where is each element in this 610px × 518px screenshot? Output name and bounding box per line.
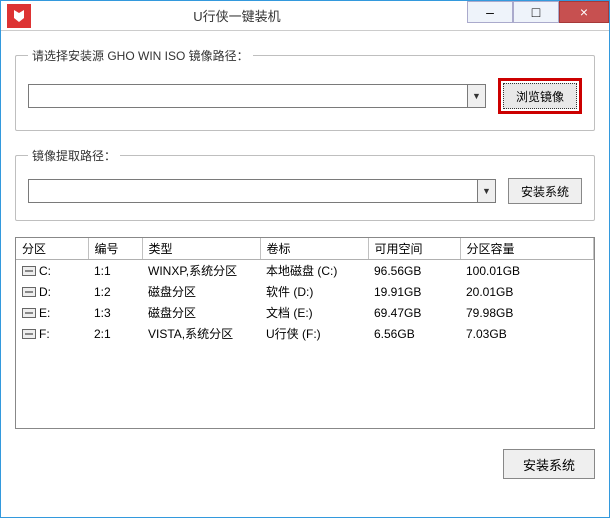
drive-icon [22, 287, 36, 297]
browse-button[interactable]: 浏览镜像 [503, 83, 577, 109]
header-total[interactable]: 分区容量 [460, 238, 594, 260]
cell-label: U行侠 (F:) [260, 323, 368, 344]
cell-number: 1:3 [88, 302, 142, 323]
close-button[interactable]: × [559, 1, 609, 23]
extract-legend: 镜像提取路径： [28, 147, 120, 164]
cell-type: VISTA,系统分区 [142, 323, 260, 344]
header-number[interactable]: 编号 [88, 238, 142, 260]
cell-total: 7.03GB [460, 323, 594, 344]
cell-partition: E: [16, 302, 88, 323]
install-button-top[interactable]: 安装系统 [508, 178, 582, 204]
cell-total: 20.01GB [460, 281, 594, 302]
cell-partition: C: [16, 260, 88, 282]
cell-total: 100.01GB [460, 260, 594, 282]
partition-table: 分区 编号 类型 卷标 可用空间 分区容量 C:1:1WINXP,系统分区本地磁… [15, 237, 595, 429]
install-button-bottom[interactable]: 安装系统 [503, 449, 595, 479]
titlebar: U行侠一键装机 – □ × [1, 1, 609, 31]
drive-icon [22, 266, 36, 276]
chevron-down-icon[interactable]: ▼ [477, 180, 495, 202]
cell-partition: D: [16, 281, 88, 302]
cell-free: 69.47GB [368, 302, 460, 323]
browse-button-highlight: 浏览镜像 [498, 78, 582, 114]
table-row[interactable]: D:1:2磁盘分区软件 (D:)19.91GB20.01GB [16, 281, 594, 302]
cell-free: 96.56GB [368, 260, 460, 282]
cell-partition: F: [16, 323, 88, 344]
header-type[interactable]: 类型 [142, 238, 260, 260]
source-fieldset: 请选择安装源 GHO WIN ISO 镜像路径： ▼ 浏览镜像 [15, 47, 595, 131]
extract-fieldset: 镜像提取路径： ▼ 安装系统 [15, 147, 595, 221]
cell-type: 磁盘分区 [142, 302, 260, 323]
cell-free: 19.91GB [368, 281, 460, 302]
app-icon [7, 4, 31, 28]
source-path-combo[interactable]: ▼ [28, 84, 486, 108]
chevron-down-icon[interactable]: ▼ [467, 85, 485, 107]
cell-number: 2:1 [88, 323, 142, 344]
minimize-button[interactable]: – [467, 1, 513, 23]
cell-type: 磁盘分区 [142, 281, 260, 302]
cell-number: 1:2 [88, 281, 142, 302]
window-title: U行侠一键装机 [37, 6, 437, 25]
header-partition[interactable]: 分区 [16, 238, 88, 260]
cell-label: 本地磁盘 (C:) [260, 260, 368, 282]
table-row[interactable]: F:2:1VISTA,系统分区U行侠 (F:)6.56GB7.03GB [16, 323, 594, 344]
window-controls: – □ × [467, 1, 609, 30]
cell-label: 软件 (D:) [260, 281, 368, 302]
drive-icon [22, 329, 36, 339]
table-row[interactable]: C:1:1WINXP,系统分区本地磁盘 (C:)96.56GB100.01GB [16, 260, 594, 282]
table-header-row: 分区 编号 类型 卷标 可用空间 分区容量 [16, 238, 594, 260]
drive-icon [22, 308, 36, 318]
cell-label: 文档 (E:) [260, 302, 368, 323]
extract-path-combo[interactable]: ▼ [28, 179, 496, 203]
cell-type: WINXP,系统分区 [142, 260, 260, 282]
cell-total: 79.98GB [460, 302, 594, 323]
cell-number: 1:1 [88, 260, 142, 282]
cell-free: 6.56GB [368, 323, 460, 344]
maximize-button[interactable]: □ [513, 1, 559, 23]
table-row[interactable]: E:1:3磁盘分区文档 (E:)69.47GB79.98GB [16, 302, 594, 323]
header-label[interactable]: 卷标 [260, 238, 368, 260]
source-legend: 请选择安装源 GHO WIN ISO 镜像路径： [28, 47, 253, 64]
header-free[interactable]: 可用空间 [368, 238, 460, 260]
